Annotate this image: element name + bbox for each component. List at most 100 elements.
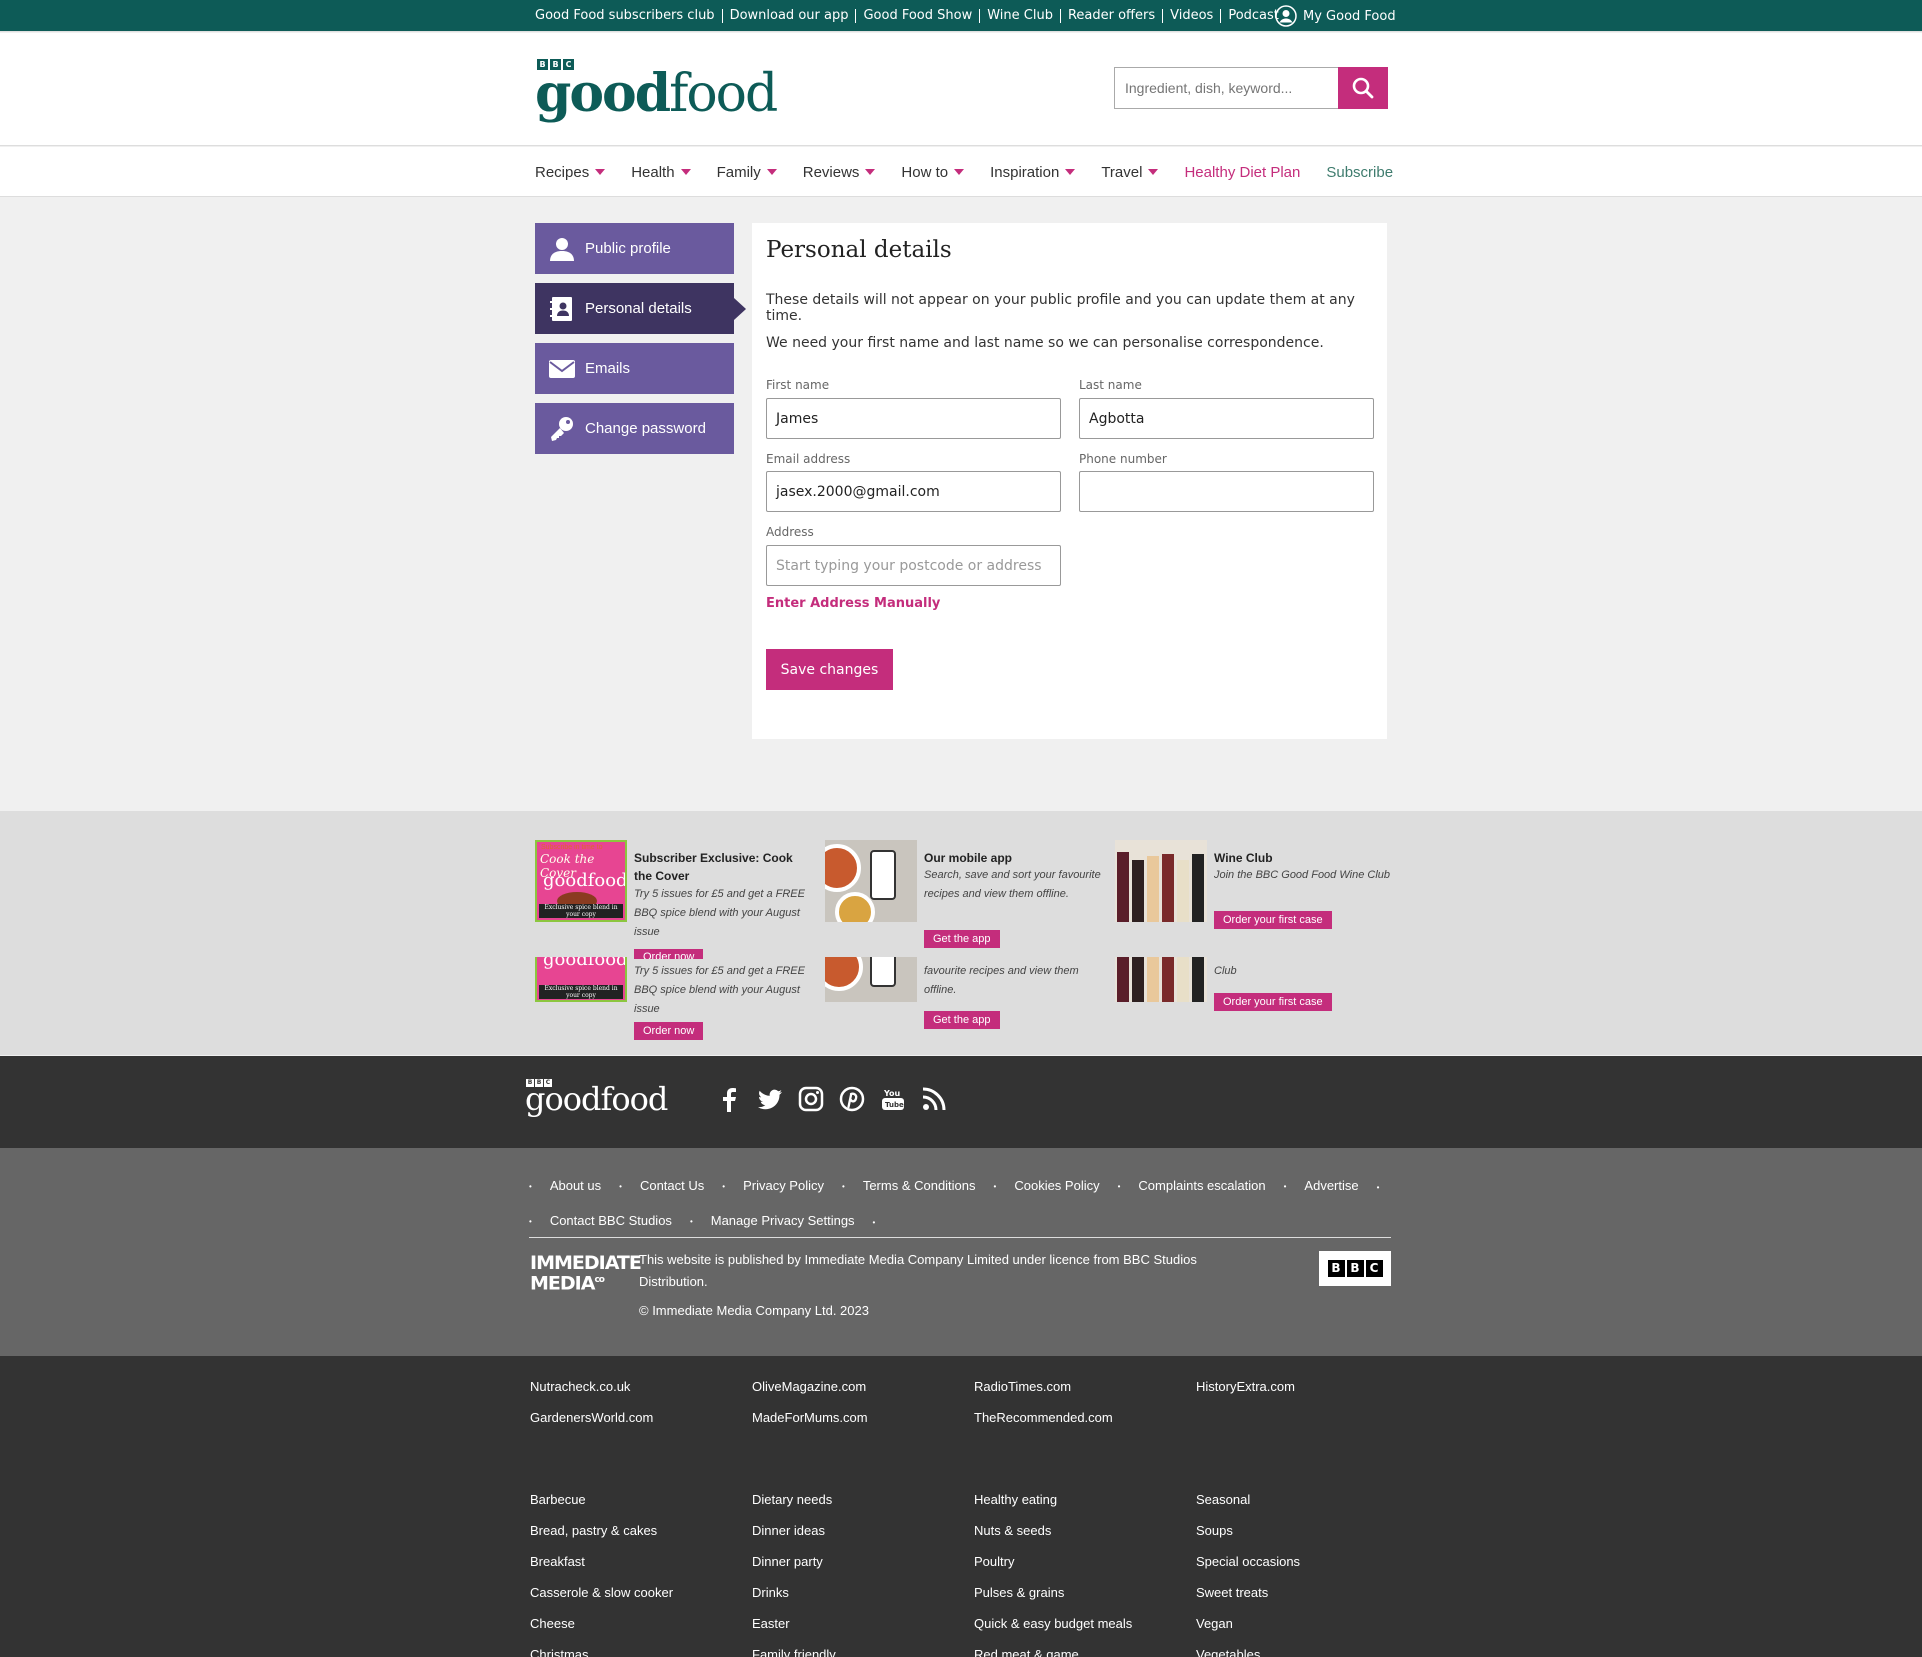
nav-family[interactable]: Family [717,164,777,181]
promo-description: Join the BBC Good Food Wine Club [1214,869,1390,881]
save-changes-button[interactable]: Save changes [766,649,893,690]
youtube-icon[interactable]: You Tube [880,1086,906,1112]
utility-link-show[interactable]: Good Food Show [855,9,979,23]
nav-subscribe[interactable]: Subscribe [1326,164,1393,181]
wine-bottles-image[interactable] [1115,957,1207,1002]
partner-site-link[interactable]: HistoryExtra.com [1196,1371,1295,1402]
category-link[interactable]: Dinner ideas [752,1515,836,1546]
facebook-icon[interactable] [716,1086,742,1112]
promo-title[interactable]: Wine Club [1214,849,1394,867]
category-link[interactable]: Healthy eating [974,1484,1132,1515]
order-now-button[interactable]: Order now [634,949,704,959]
category-link[interactable]: Dinner party [752,1546,836,1577]
get-the-app-button[interactable]: Get the app [924,930,1000,948]
caret-down-icon [954,169,965,175]
order-first-case-button[interactable]: Order your first case [1214,993,1332,1011]
utility-link-videos[interactable]: Videos [1162,9,1220,23]
partner-site-link[interactable]: RadioTimes.com [974,1371,1113,1402]
search-input[interactable] [1114,67,1338,109]
category-link[interactable]: Vegan [1196,1608,1300,1639]
sidebar-item-personal-details[interactable]: Personal details [535,283,746,334]
magazine-cover-image[interactable]: Subscribe in time to Cook the Cover good… [535,840,627,922]
category-link[interactable]: Pulses & grains [974,1577,1132,1608]
mobile-app-image[interactable] [825,957,917,1002]
svg-text:You: You [883,1089,901,1098]
sidebar-item-public-profile[interactable]: Public profile [535,223,734,274]
utility-link-offers[interactable]: Reader offers [1059,9,1162,23]
category-link[interactable]: Sweet treats [1196,1577,1300,1608]
partner-site-link[interactable]: Nutracheck.co.uk [530,1371,653,1402]
category-link[interactable]: Casserole & slow cooker [530,1577,673,1608]
twitter-icon[interactable] [757,1086,783,1112]
category-link[interactable]: Family friendly [752,1639,836,1657]
nav-inspiration[interactable]: Inspiration [990,164,1076,181]
category-link[interactable]: Christmas [530,1639,673,1657]
bbc-good-food-logo[interactable]: BBC goodfood [535,55,778,125]
category-link[interactable]: Seasonal [1196,1484,1300,1515]
category-link[interactable]: Drinks [752,1577,836,1608]
nav-how-to[interactable]: How to [901,164,965,181]
nav-healthy-diet-plan[interactable]: Healthy Diet Plan [1184,164,1300,181]
category-link[interactable]: Nuts & seeds [974,1515,1132,1546]
magazine-cover-image[interactable]: goodfood Exclusive spice blend in your c… [535,957,627,1002]
nav-recipes[interactable]: Recipes [535,164,606,181]
category-link[interactable]: Barbecue [530,1484,673,1515]
promo-title[interactable]: Subscriber Exclusive: Cook the Cover [634,849,814,885]
category-link[interactable]: Breakfast [530,1546,673,1577]
partner-site-link[interactable]: GardenersWorld.com [530,1402,653,1433]
footer-link-complaints[interactable]: Complaints escalation [1118,1178,1265,1193]
order-first-case-button[interactable]: Order your first case [1214,911,1332,929]
first-name-field[interactable]: James [766,398,1061,439]
category-link[interactable]: Soups [1196,1515,1300,1546]
rss-icon[interactable] [921,1086,947,1112]
order-now-button[interactable]: Order now [634,1022,704,1040]
footer-link-privacy-settings[interactable]: Manage Privacy Settings [690,1213,855,1228]
wine-bottles-image[interactable] [1115,840,1207,922]
footer-link-bbc-studios[interactable]: Contact BBC Studios [529,1213,672,1228]
immediate-media-logo[interactable]: IMMEDIATE MEDIAco [530,1254,642,1293]
footer-logo[interactable]: BBC goodfood [525,1078,668,1122]
category-link[interactable]: Quick & easy budget meals [974,1608,1132,1639]
nav-travel[interactable]: Travel [1101,164,1159,181]
mobile-app-image[interactable] [825,840,917,922]
bullet [1377,1178,1380,1193]
partner-site-link[interactable]: OliveMagazine.com [752,1371,868,1402]
instagram-icon[interactable] [798,1086,824,1112]
footer-link-contact[interactable]: Contact Us [619,1178,704,1193]
footer-link-cookies[interactable]: Cookies Policy [994,1178,1099,1193]
key-icon [551,417,573,441]
search-button[interactable] [1338,67,1388,109]
footer-link-terms[interactable]: Terms & Conditions [842,1178,976,1193]
copyright-text: © Immediate Media Company Ltd. 2023 [639,1303,869,1318]
category-link[interactable]: Cheese [530,1608,673,1639]
address-field[interactable]: Start typing your postcode or address [766,545,1061,586]
category-link[interactable]: Dietary needs [752,1484,836,1515]
last-name-field[interactable]: Agbotta [1079,398,1374,439]
sidebar-item-change-password[interactable]: Change password [535,403,734,454]
phone-field[interactable] [1079,471,1374,512]
bbc-logo[interactable]: BBC [1319,1251,1391,1286]
category-link[interactable]: Special occasions [1196,1546,1300,1577]
partner-site-link[interactable]: MadeForMums.com [752,1402,868,1433]
nav-health[interactable]: Health [631,164,691,181]
email-field[interactable]: jasex.2000@gmail.com [766,471,1061,512]
footer-link-advertise[interactable]: Advertise [1284,1178,1358,1193]
sidebar-item-emails[interactable]: Emails [535,343,734,394]
get-the-app-button[interactable]: Get the app [924,1011,1000,1029]
category-link[interactable]: Vegetables [1196,1639,1300,1657]
pinterest-icon[interactable] [839,1086,865,1112]
promo-title[interactable]: Our mobile app [924,849,1104,867]
category-link[interactable]: Poultry [974,1546,1132,1577]
utility-link-app[interactable]: Download our app [721,9,856,23]
nav-reviews[interactable]: Reviews [803,164,876,181]
utility-link-subscribers[interactable]: Good Food subscribers club [535,9,722,23]
enter-address-manually-link[interactable]: Enter Address Manually [766,596,940,611]
footer-link-privacy[interactable]: Privacy Policy [722,1178,824,1193]
my-good-food-link[interactable]: My Good Food [1275,0,1396,32]
utility-link-wine[interactable]: Wine Club [979,9,1060,23]
category-link[interactable]: Bread, pastry & cakes [530,1515,673,1546]
partner-site-link[interactable]: TheRecommended.com [974,1402,1113,1433]
footer-link-about[interactable]: About us [529,1178,601,1193]
category-link[interactable]: Red meat & game [974,1639,1132,1657]
category-link[interactable]: Easter [752,1608,836,1639]
